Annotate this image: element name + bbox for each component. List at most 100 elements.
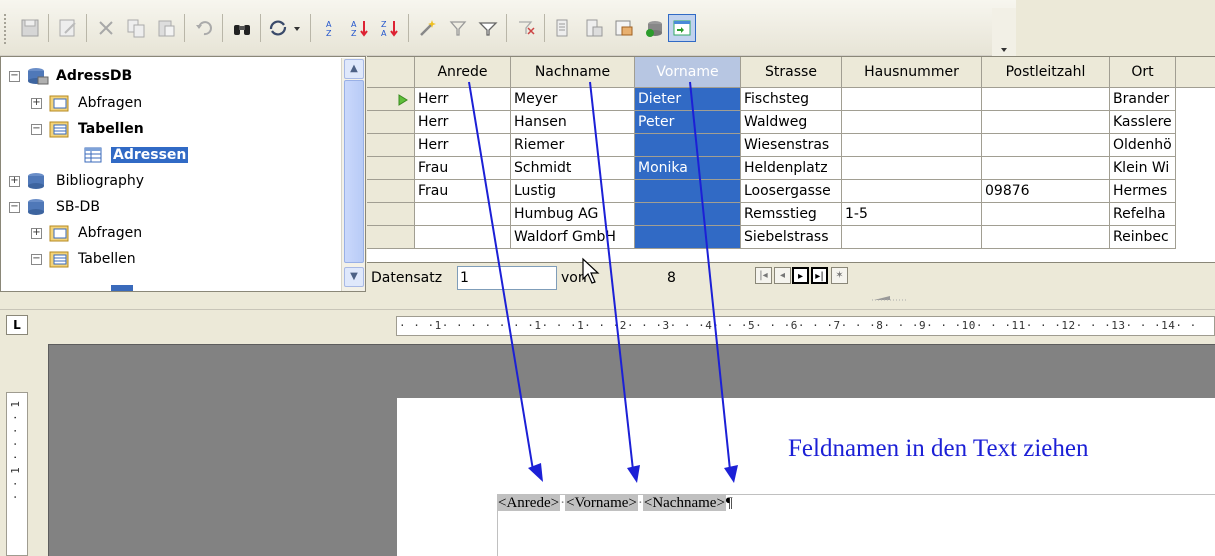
refresh-dropdown-icon[interactable] [290,14,304,42]
scroll-down-icon[interactable]: ▼ [344,267,364,287]
grid-cell-vorname[interactable] [635,203,741,226]
toolbar-overflow-button[interactable] [992,8,1016,56]
data-to-text-icon[interactable] [550,14,578,42]
grid-cell-postleitzahl[interactable] [982,88,1110,111]
grid-cell-strasse[interactable]: Waldweg [741,111,842,134]
grid-cell-hausnummer[interactable] [842,134,982,157]
scroll-thumb[interactable] [344,80,364,263]
previous-record-icon[interactable]: ◂ [774,267,791,284]
first-record-icon[interactable]: |◂ [755,267,772,284]
collapse-icon[interactable]: − [9,201,20,213]
collapse-icon[interactable]: − [31,123,42,135]
grid-cell-postleitzahl[interactable] [982,157,1110,180]
grid-cell-ort[interactable]: Kasslere [1110,111,1176,134]
grid-cell-hausnummer[interactable] [842,111,982,134]
grid-cell-ort[interactable]: Oldenhö [1110,134,1176,157]
toolbar-grip[interactable] [4,14,8,44]
grid-cell-ort[interactable]: Klein Wi [1110,157,1176,180]
grid-cell-ort[interactable]: Hermes [1110,180,1176,203]
autofilter-icon[interactable] [414,14,442,42]
sort-ascending-az-icon[interactable]: AZ [346,14,374,42]
column-header-hausnummer[interactable]: Hausnummer [842,57,982,88]
grid-cell-anrede[interactable] [415,203,511,226]
grid-cell-hausnummer[interactable] [842,88,982,111]
grid-cell-hausnummer[interactable]: 1-5 [842,203,982,226]
refresh-icon[interactable] [264,14,292,42]
data-to-fields-icon[interactable] [580,14,608,42]
sort-ascending-icon[interactable]: AZ [316,14,344,42]
row-header[interactable] [367,111,415,134]
expand-icon[interactable]: + [31,227,42,239]
tree-item-abfragen[interactable]: + Abfragen [31,90,142,116]
row-header[interactable] [367,157,415,180]
next-record-icon[interactable]: ▸ [792,267,809,284]
grid-cell-strasse[interactable]: Remsstieg [741,203,842,226]
mail-merge-fields[interactable]: <Anrede>·<Vorname>·<Nachname>¶ [497,495,733,512]
row-header[interactable] [367,180,415,203]
grid-cell-postleitzahl[interactable]: 09876 [982,180,1110,203]
row-header[interactable] [367,226,415,249]
tree-item-tabellen[interactable]: − Tabellen [31,116,144,142]
grid-cell-strasse[interactable]: Fischsteg [741,88,842,111]
grid-cell-nachname[interactable]: Waldorf GmbH [511,226,635,249]
field-anrede[interactable]: <Anrede> [497,495,561,511]
collapse-icon[interactable]: − [9,70,20,82]
expand-icon[interactable]: + [9,175,20,187]
paste-icon[interactable] [152,14,180,42]
undo-icon[interactable] [190,14,218,42]
grid-cell-nachname[interactable]: Meyer [511,88,635,111]
edit-icon[interactable] [54,14,82,42]
grid-cell-vorname[interactable]: Monika [635,157,741,180]
field-nachname[interactable]: <Nachname> [642,495,726,511]
find-icon[interactable] [228,14,256,42]
grid-cell-hausnummer[interactable] [842,226,982,249]
sort-descending-za-icon[interactable]: ZA [376,14,404,42]
grid-cell-postleitzahl[interactable] [982,134,1110,157]
tree-item-adressdb[interactable]: − AdressDB [9,63,132,89]
row-header[interactable] [367,88,415,111]
grid-cell-vorname[interactable]: Dieter [635,88,741,111]
splitter-grip-icon[interactable] [870,294,910,302]
expand-icon[interactable]: + [31,97,42,109]
grid-cell-vorname[interactable] [635,134,741,157]
remove-filter-icon[interactable] [512,14,540,42]
grid-cell-vorname[interactable] [635,180,741,203]
copy-icon[interactable] [122,14,150,42]
column-header-nachname[interactable]: Nachname [511,57,635,88]
cut-icon[interactable] [92,14,120,42]
grid-cell-nachname[interactable]: Riemer [511,134,635,157]
tree-scrollbar[interactable]: ▲ ▼ [341,58,365,291]
horizontal-ruler[interactable]: · · ·1· · · · · · ·1· · ·1· · ·2· · ·3· … [396,316,1215,336]
scroll-up-icon[interactable]: ▲ [344,59,364,79]
grid-cell-nachname[interactable]: Hansen [511,111,635,134]
grid-corner[interactable] [367,57,415,88]
record-number-input[interactable]: 1 [457,266,557,290]
grid-cell-strasse[interactable]: Wiesenstras [741,134,842,157]
grid-cell-anrede[interactable]: Frau [415,157,511,180]
tab-selector-button[interactable]: L [6,315,28,335]
tree-item-sb-db[interactable]: − SB-DB [9,194,100,220]
vertical-ruler[interactable]: · · 1 · · · · 1 [6,392,28,556]
grid-cell-ort[interactable]: Brander [1110,88,1176,111]
explorer-toggle-icon[interactable] [668,14,696,42]
grid-cell-vorname[interactable]: Peter [635,111,741,134]
grid-cell-anrede[interactable]: Frau [415,180,511,203]
row-header[interactable] [367,203,415,226]
grid-cell-ort[interactable]: Reinbec [1110,226,1176,249]
grid-cell-strasse[interactable]: Loosergasse [741,180,842,203]
grid-cell-nachname[interactable]: Schmidt [511,157,635,180]
mail-merge-icon[interactable] [610,14,638,42]
grid-cell-postleitzahl[interactable] [982,203,1110,226]
grid-cell-strasse[interactable]: Siebelstrass [741,226,842,249]
grid-cell-nachname[interactable]: Humbug AG [511,203,635,226]
grid-cell-anrede[interactable] [415,226,511,249]
explorer-splitter[interactable] [0,292,1215,310]
grid-cell-ort[interactable]: Refelha [1110,203,1176,226]
row-header[interactable] [367,134,415,157]
grid-cell-hausnummer[interactable] [842,180,982,203]
new-record-icon[interactable]: ✶ [831,267,848,284]
tree-item-tabellen[interactable]: − Tabellen [31,246,136,272]
grid-cell-postleitzahl[interactable] [982,226,1110,249]
grid-cell-hausnummer[interactable] [842,157,982,180]
column-header-postleitzahl[interactable]: Postleitzahl [982,57,1110,88]
